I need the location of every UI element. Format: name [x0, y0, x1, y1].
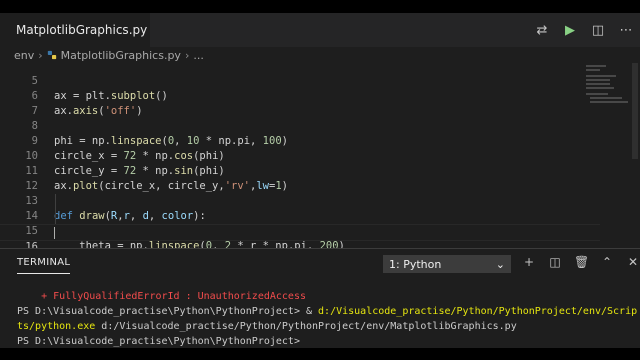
text-cursor — [54, 227, 55, 239]
minimap-line — [586, 87, 614, 89]
panel-actions: + ◫ 🗑︎ ⌃ ✕ — [522, 255, 640, 269]
panel-header: TERMINAL 1: Python ⌄ + ◫ 🗑︎ ⌃ ✕ — [0, 249, 640, 279]
trash-icon[interactable]: 🗑︎ — [574, 255, 589, 269]
minimap-line — [586, 79, 610, 81]
terminal-select[interactable]: 1: Python ⌄ — [383, 255, 511, 273]
editor-tab-bar: MatplotlibGraphics.py ⇄ ▶ ◫ ⋯ — [0, 13, 640, 47]
code-line: 10 circle_y = 72 * np.sin(phi) — [0, 134, 600, 177]
code-line: 13 def draw(R,r, d, color): — [0, 179, 600, 222]
terminal-select-value: 1: Python — [389, 257, 442, 271]
close-panel-icon[interactable]: ✕ — [626, 255, 640, 269]
run-icon[interactable]: ▶ — [562, 23, 578, 38]
code-editor[interactable]: 5 ax = plt.subplot() 6 ax.axis('off') 7 … — [0, 59, 640, 267]
terminal-exe-path: d:/Visualcode_practise/Python/PythonProj… — [318, 306, 638, 317]
code-line: 11 ax.plot(circle_x, circle_y,'rv',lw=1) — [0, 149, 600, 192]
letterbox-bottom — [0, 348, 640, 360]
minimap-line — [586, 75, 616, 77]
code-line: 5 ax = plt.subplot() — [0, 59, 600, 102]
chevron-down-icon: ⌄ — [495, 257, 505, 271]
code-line: 12 — [0, 164, 600, 192]
indent-guide — [55, 209, 56, 224]
terminal-prompt: PS D:\Visualcode_practise\Python\PythonP… — [17, 306, 306, 317]
editor-actions: ⇄ ▶ ◫ ⋯ — [534, 13, 634, 47]
code-line: 6 ax.axis('off') — [0, 74, 600, 117]
code-line: 7 — [0, 89, 600, 117]
minimap-line — [586, 83, 610, 85]
split-terminal-icon[interactable]: ◫ — [548, 255, 562, 269]
tab-terminal[interactable]: TERMINAL — [17, 257, 71, 274]
code-line: 8 phi = np.linspace(0, 10 * np.pi, 100) — [0, 104, 600, 147]
terminal-error-line: + FullyQualifiedErrorId : UnauthorizedAc… — [17, 291, 306, 302]
tab-matplotlibgraphics[interactable]: MatplotlibGraphics.py — [0, 13, 150, 47]
tab-label: MatplotlibGraphics.py — [16, 23, 148, 37]
add-terminal-icon[interactable]: + — [522, 255, 536, 269]
indent-guide — [55, 194, 56, 209]
terminal-exe-path-cont: ts/python.exe — [17, 321, 96, 332]
terminal-panel: TERMINAL 1: Python ⌄ + ◫ 🗑︎ ⌃ ✕ + FullyQ… — [0, 248, 640, 349]
compare-changes-icon[interactable]: ⇄ — [534, 23, 550, 38]
terminal-ampersand: & — [305, 306, 319, 317]
minimap-line — [586, 69, 600, 71]
minimap-line — [586, 93, 608, 95]
code-line: 15 x = ((R-r) * np.cos(theta)) + (d * np… — [0, 209, 600, 267]
terminal-script-path: d:/Visualcode_practise/Python/PythonProj… — [95, 321, 517, 332]
minimap-line — [586, 65, 606, 67]
code-line: 9 circle_x = 72 * np.cos(phi) — [0, 119, 600, 162]
more-actions-icon[interactable]: ⋯ — [618, 23, 634, 38]
terminal-output[interactable]: + FullyQualifiedErrorId : UnauthorizedAc… — [17, 289, 637, 349]
terminal-command-line-wrap: ts/python.exe d:/Visualcode_practise/Pyt… — [17, 319, 637, 334]
minimap-line — [590, 101, 628, 103]
editor-scrollbar[interactable] — [632, 63, 638, 159]
terminal-command-line: PS D:\Visualcode_practise\Python\PythonP… — [17, 304, 637, 319]
vscode-window: MatplotlibGraphics.py ⇄ ▶ ◫ ⋯ env › Matp… — [0, 0, 640, 360]
minimap-line — [590, 97, 622, 99]
maximize-panel-icon[interactable]: ⌃ — [600, 255, 614, 269]
code-line: 14 theta = np.linspace(0, 2 * r * np.pi,… — [0, 194, 600, 252]
split-editor-icon[interactable]: ◫ — [590, 23, 606, 38]
minimap[interactable] — [586, 63, 628, 163]
terminal-prompt-line: PS D:\Visualcode_practise\Python\PythonP… — [17, 336, 306, 347]
letterbox-top — [0, 0, 640, 13]
